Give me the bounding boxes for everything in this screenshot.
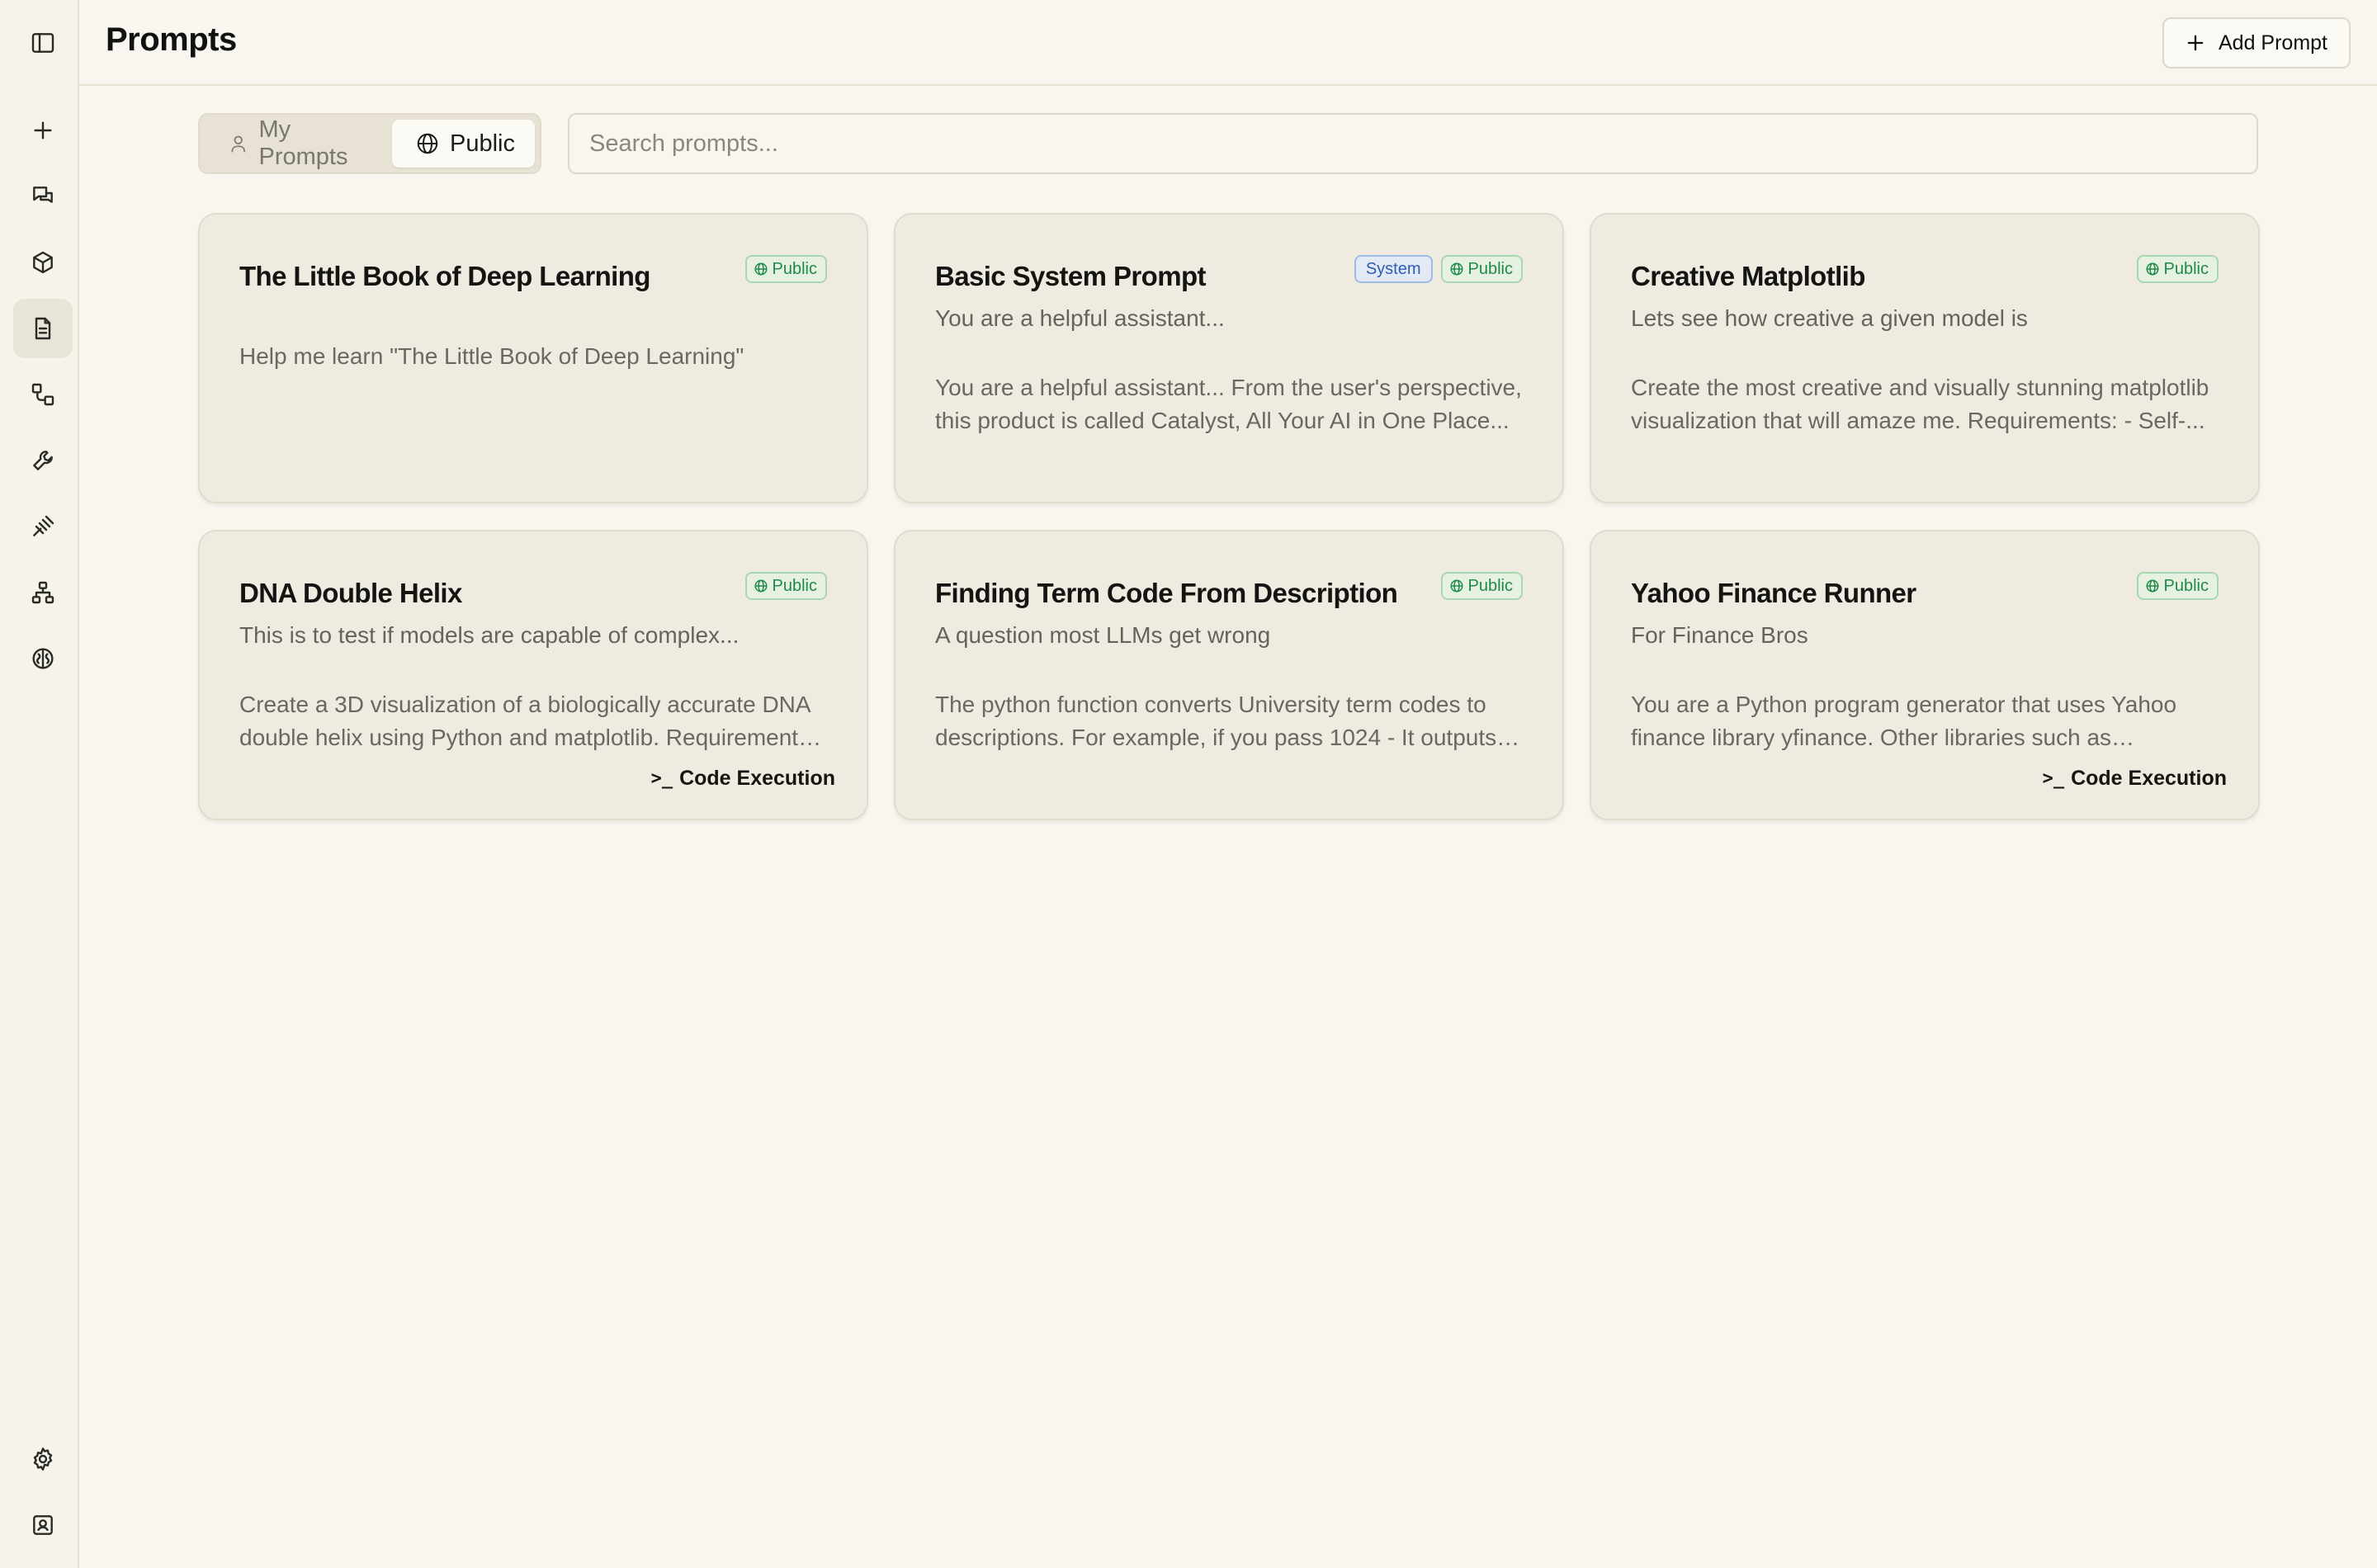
system-badge: System xyxy=(1354,255,1433,283)
prompt-card[interactable]: Finding Term Code From Description Publi… xyxy=(894,530,1564,820)
sidebar xyxy=(0,0,79,1568)
tab-my-prompts-label: My Prompts xyxy=(258,116,348,170)
sidebar-item-new-chat[interactable] xyxy=(13,101,73,160)
wrench-icon xyxy=(33,451,53,470)
public-badge: Public xyxy=(744,255,827,283)
hierarchy-icon xyxy=(31,581,54,604)
header: Prompts Add Prompt xyxy=(79,0,2377,86)
prompt-card-title: DNA Double Helix xyxy=(239,578,462,608)
prompt-card[interactable]: Yahoo Finance Runner Public For Finance … xyxy=(1590,530,2260,820)
prompt-card-body: You are a helpful assistant... From the … xyxy=(935,375,1522,433)
prompt-card-body: You are a Python program generator that … xyxy=(1631,692,2177,750)
public-badge: Public xyxy=(2136,572,2219,600)
public-badge-label: Public xyxy=(1467,576,1513,595)
chat-bubbles-icon xyxy=(33,187,53,203)
globe-icon xyxy=(754,579,768,593)
workflow-icon xyxy=(31,383,54,406)
public-badge: Public xyxy=(1440,255,1523,283)
terminal-icon: >_ xyxy=(650,768,673,789)
prompt-card[interactable]: DNA Double Helix Public This is to test … xyxy=(198,530,868,820)
badge-group: Public xyxy=(744,255,827,283)
prompt-card-subtitle: Lets see how creative a given model is xyxy=(1631,305,2028,331)
prompt-card-body: Help me learn "The Little Book of Deep L… xyxy=(239,343,744,369)
prompt-card-title: The Little Book of Deep Learning xyxy=(239,261,650,291)
tab-my-prompts[interactable]: My Prompts xyxy=(205,116,387,170)
badge-group: Public xyxy=(1440,572,1523,600)
sidebar-item-prompts[interactable] xyxy=(13,299,73,358)
badge-group: Public xyxy=(2136,255,2219,283)
document-icon xyxy=(35,317,51,340)
globe-icon xyxy=(1450,579,1463,593)
prompt-card-body: Create a 3D visualization of a biologica… xyxy=(239,692,816,750)
public-badge-label: Public xyxy=(772,259,817,278)
code-execution-tag: >_ Code Execution xyxy=(2043,767,2227,791)
globe-icon xyxy=(417,133,438,154)
prompt-card-subtitle: A question most LLMs get wrong xyxy=(935,622,1271,648)
public-badge-label: Public xyxy=(772,576,817,595)
code-execution-label: Code Execution xyxy=(679,767,835,790)
sidebar-item-tools[interactable] xyxy=(13,431,73,490)
sidebar-toggle-icon xyxy=(31,33,54,53)
visibility-toggle: My Prompts Public xyxy=(198,113,541,174)
plus-icon xyxy=(34,121,52,139)
globe-icon xyxy=(1450,262,1463,276)
prompt-card-subtitle: This is to test if models are capable of… xyxy=(239,622,740,648)
prompt-card-subtitle: You are a helpful assistant... xyxy=(935,305,1225,331)
user-icon xyxy=(231,135,246,153)
prompt-card-body: The python function converts University … xyxy=(935,692,1497,750)
tab-public[interactable]: Public xyxy=(392,120,535,168)
public-badge-label: Public xyxy=(2163,259,2209,278)
cube-icon xyxy=(33,251,53,274)
terminal-icon: >_ xyxy=(2042,768,2065,789)
contact-icon xyxy=(33,1515,53,1535)
sidebar-item-settings[interactable] xyxy=(13,1429,73,1489)
code-execution-tag: >_ Code Execution xyxy=(651,767,835,791)
brain-icon xyxy=(32,648,54,669)
public-badge: Public xyxy=(1440,572,1523,600)
prompt-card[interactable]: Creative Matplotlib Public Lets see how … xyxy=(1590,213,2260,503)
prompt-card-title: Creative Matplotlib xyxy=(1631,261,1865,291)
sidebar-item-chats[interactable] xyxy=(13,167,73,226)
system-badge-label: System xyxy=(1365,259,1421,278)
badge-group: Public xyxy=(744,572,827,600)
globe-icon xyxy=(2146,579,2159,593)
sidebar-item-models[interactable] xyxy=(13,233,73,292)
public-badge-label: Public xyxy=(2163,576,2209,595)
plus-icon xyxy=(2187,35,2204,51)
prompt-card-body: Create the most creative and visually st… xyxy=(1631,375,2209,433)
public-badge: Public xyxy=(744,572,827,600)
sidebar-item-training[interactable] xyxy=(13,497,73,556)
prompt-card[interactable]: The Little Book of Deep Learning Public … xyxy=(198,213,868,503)
prompt-card[interactable]: Basic System Prompt System Public You ar… xyxy=(894,213,1564,503)
badge-group: System Public xyxy=(1354,255,1523,283)
gear-icon xyxy=(33,1448,53,1471)
rocket-icon xyxy=(33,515,54,536)
sidebar-item-knowledge[interactable] xyxy=(13,629,73,688)
sidebar-item-hierarchy[interactable] xyxy=(13,563,73,622)
sidebar-item-workflows[interactable] xyxy=(13,365,73,424)
prompt-card-title: Yahoo Finance Runner xyxy=(1631,578,1916,608)
code-execution-label: Code Execution xyxy=(2071,767,2227,790)
page-title: Prompts xyxy=(106,21,237,58)
prompt-card-title: Basic System Prompt xyxy=(935,261,1207,291)
badge-group: Public xyxy=(2136,572,2219,600)
sidebar-item-profile[interactable] xyxy=(13,1495,73,1555)
prompt-card-subtitle: For Finance Bros xyxy=(1631,622,1808,648)
add-prompt-label: Add Prompt xyxy=(2218,31,2327,54)
public-badge: Public xyxy=(2136,255,2219,283)
toggle-sidebar-button[interactable] xyxy=(13,13,73,73)
globe-icon xyxy=(2146,262,2159,276)
public-badge-label: Public xyxy=(1467,259,1513,278)
search-input[interactable] xyxy=(568,113,2258,174)
prompt-card-title: Finding Term Code From Description xyxy=(935,578,1398,608)
tab-public-label: Public xyxy=(450,130,515,157)
add-prompt-button[interactable]: Add Prompt xyxy=(2162,17,2351,68)
globe-icon xyxy=(754,262,768,276)
